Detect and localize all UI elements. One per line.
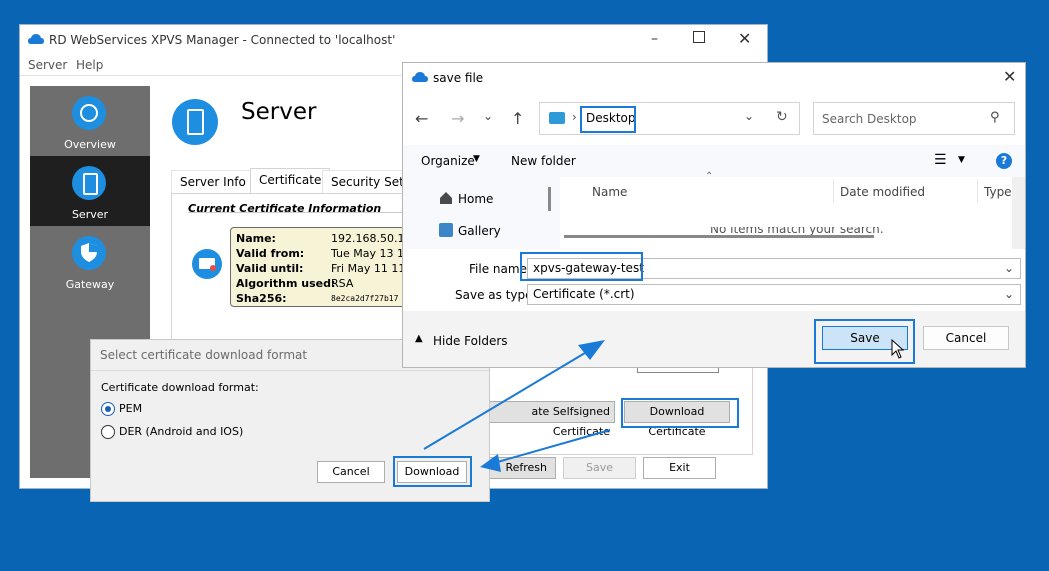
arrow-head	[480, 454, 501, 472]
annotation-arrows	[423, 340, 611, 472]
arrow-line	[493, 429, 611, 464]
arrow-line	[423, 349, 591, 450]
arrow-head	[578, 340, 605, 360]
